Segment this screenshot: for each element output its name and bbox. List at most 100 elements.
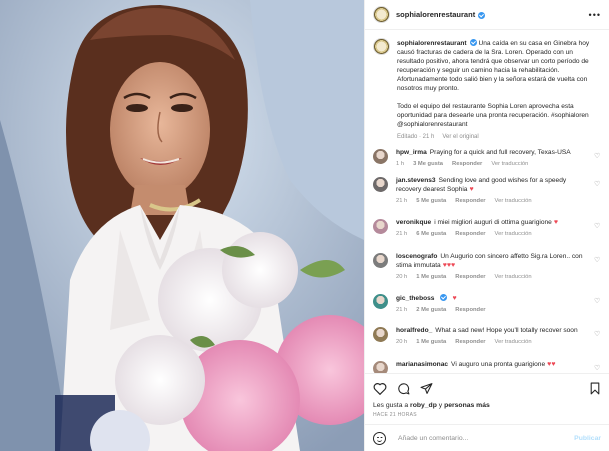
commenter-username[interactable]: gic_theboss <box>396 295 434 302</box>
comment-likes[interactable]: 1 Me gusta <box>416 273 446 282</box>
author-avatar[interactable] <box>373 6 390 23</box>
commenter-avatar[interactable] <box>373 253 388 268</box>
commenter-username[interactable]: veronikque <box>396 219 431 226</box>
comment-like-heart-icon[interactable]: ♡ <box>594 298 601 305</box>
comment-like-heart-icon[interactable]: ♡ <box>594 153 601 160</box>
comments-scroll[interactable]: sophialorenrestaurant Una caída en su ca… <box>365 30 609 373</box>
likes-mid: y <box>438 402 443 409</box>
commenter-username[interactable]: loscenografo <box>396 253 437 260</box>
post-header: sophialorenrestaurant ••• <box>365 0 609 30</box>
like-heart-icon[interactable] <box>373 382 387 395</box>
likes-others-link[interactable]: personas más <box>444 402 490 409</box>
author-username[interactable]: sophialorenrestaurant <box>396 10 475 19</box>
comment-body: loscenografo Un Augurio con sincero affet… <box>396 252 591 282</box>
comment-body: horalfredo_ What a sad new! Hope you'll t… <box>396 326 591 347</box>
commenter-verified-badge-icon <box>440 294 448 301</box>
translate-link[interactable]: Ver traducción <box>491 160 528 169</box>
commenter-username[interactable]: marianasimonac <box>396 361 448 368</box>
comment-meta: 21 h 2 Me gusta Responder <box>396 306 591 315</box>
comment-time: 20 h <box>396 274 408 280</box>
comment-time: 21 h <box>396 198 408 204</box>
comment-row: jan.stevens3 Sending love and good wishes… <box>365 176 609 206</box>
post-caption: sophialorenrestaurant Una caída en su ca… <box>365 30 609 154</box>
comment-body: gic_theboss ♥ 21 h 2 Me gusta Responder <box>396 293 591 315</box>
reply-button[interactable]: Responder <box>455 230 485 239</box>
caption-username[interactable]: sophialorenrestaurant <box>397 40 467 47</box>
verified-badge-icon <box>478 12 486 19</box>
comment-body: marianasimonac Vi auguro una pronta guari… <box>396 360 591 373</box>
post-photo-illustration <box>0 0 364 451</box>
comment-like-heart-icon[interactable]: ♡ <box>594 365 601 372</box>
caption-paragraph-2: Todo el equipo del restaurante Sophia Lo… <box>397 103 589 128</box>
comment-row: marianasimonac Vi auguro una pronta guari… <box>365 360 609 373</box>
post-time-ago: HACE 21 HORAS <box>373 412 417 418</box>
comment-text: i miei migliori auguri di ottima guarigi… <box>434 219 552 226</box>
translate-link[interactable]: Ver traducción <box>495 230 532 239</box>
comment-text: Vi auguro una pronta guarigione <box>451 361 546 368</box>
reply-button[interactable]: Responder <box>452 160 482 169</box>
comment-time: 1 h <box>396 161 405 167</box>
liker-username[interactable]: roby_dp <box>410 402 437 409</box>
see-original-link[interactable]: Ver el original <box>442 133 478 142</box>
comment-row: gic_theboss ♥ 21 h 2 Me gusta Responder ♡ <box>365 293 609 315</box>
reply-button[interactable]: Responder <box>455 197 485 206</box>
commenter-username[interactable]: horalfredo_ <box>396 327 432 334</box>
comment-likes[interactable]: 3 Me gusta <box>413 160 443 169</box>
caption-verified-badge-icon <box>469 39 477 46</box>
comment-row: horalfredo_ What a sad new! Hope you'll t… <box>365 326 609 347</box>
more-options-icon[interactable]: ••• <box>589 10 601 20</box>
publish-button[interactable]: Publicar <box>574 435 601 442</box>
comment-like-heart-icon[interactable]: ♡ <box>594 181 601 188</box>
commenter-username[interactable]: hpw_irma <box>396 149 427 156</box>
commenter-avatar[interactable] <box>373 177 388 192</box>
translate-link[interactable]: Ver traducción <box>495 273 532 282</box>
comment-text: What a sad new! Hope you'll totally reco… <box>435 327 578 334</box>
comment-likes[interactable]: 1 Me gusta <box>416 338 446 347</box>
commenter-avatar[interactable] <box>373 361 388 373</box>
likes-prefix: Les gusta a <box>373 402 409 409</box>
comment-time: 21 h <box>396 307 408 313</box>
comment-likes[interactable]: 2 Me gusta <box>416 306 446 315</box>
comment-like-heart-icon[interactable]: ♡ <box>594 223 601 230</box>
comment-text: Praying for a quick and full recovery, T… <box>429 149 571 156</box>
comment-bubble-icon[interactable] <box>397 382 410 395</box>
comment-like-heart-icon[interactable]: ♡ <box>594 257 601 264</box>
comment-likes[interactable]: 5 Me gusta <box>416 197 446 206</box>
comment-row: hpw_irma Praying for a quick and full rec… <box>365 148 609 169</box>
comment-input[interactable]: Añade un comentario... <box>398 435 468 442</box>
comment-like-heart-icon[interactable]: ♡ <box>594 331 601 338</box>
post-side-panel: sophialorenrestaurant ••• sophialorenres… <box>364 0 609 451</box>
commenter-avatar[interactable] <box>373 219 388 234</box>
post-modal: sophialorenrestaurant ••• sophialorenres… <box>0 0 609 451</box>
caption-edited-time: Editado · 21 h <box>397 134 435 140</box>
red-heart-emoji: ♥♥♥ <box>442 262 456 269</box>
action-bar <box>373 374 601 402</box>
red-heart-emoji: ♥ <box>553 219 558 226</box>
likes-summary: Les gusta a roby_dp y personas más <box>373 402 601 409</box>
post-photo[interactable] <box>0 0 364 451</box>
comment-meta: 21 h 6 Me gusta Responder Ver traducción <box>396 230 591 239</box>
comment-body: veronikque i miei migliori auguri di otti… <box>396 218 591 239</box>
emoji-picker-icon[interactable] <box>373 431 386 445</box>
reply-button[interactable]: Responder <box>455 338 485 347</box>
commenter-avatar[interactable] <box>373 294 388 309</box>
share-send-icon[interactable] <box>420 382 433 395</box>
comment-row: veronikque i miei migliori auguri di otti… <box>365 218 609 239</box>
comment-likes[interactable]: 6 Me gusta <box>416 230 446 239</box>
commenter-avatar[interactable] <box>373 149 388 164</box>
reply-button[interactable]: Responder <box>455 273 485 282</box>
translate-link[interactable]: Ver traducción <box>495 338 532 347</box>
caption-avatar[interactable] <box>373 38 390 55</box>
comment-time: 20 h <box>396 339 408 345</box>
caption-paragraph-1: Una caída en su casa en Ginebra hoy caus… <box>397 40 590 92</box>
commenter-avatar[interactable] <box>373 327 388 342</box>
translate-link[interactable]: Ver traducción <box>495 197 532 206</box>
reply-button[interactable]: Responder <box>455 306 485 315</box>
comment-meta: 20 h 1 Me gusta Responder Ver traducción <box>396 273 591 282</box>
post-footer: Les gusta a roby_dp y personas más HACE … <box>365 373 609 418</box>
red-heart-emoji: ♥ <box>452 295 457 302</box>
save-bookmark-icon[interactable] <box>589 382 601 395</box>
red-heart-emoji: ♥ <box>469 186 474 193</box>
commenter-username[interactable]: jan.stevens3 <box>396 177 436 184</box>
comment-meta: 1 h 3 Me gusta Responder Ver traducción <box>396 160 591 169</box>
